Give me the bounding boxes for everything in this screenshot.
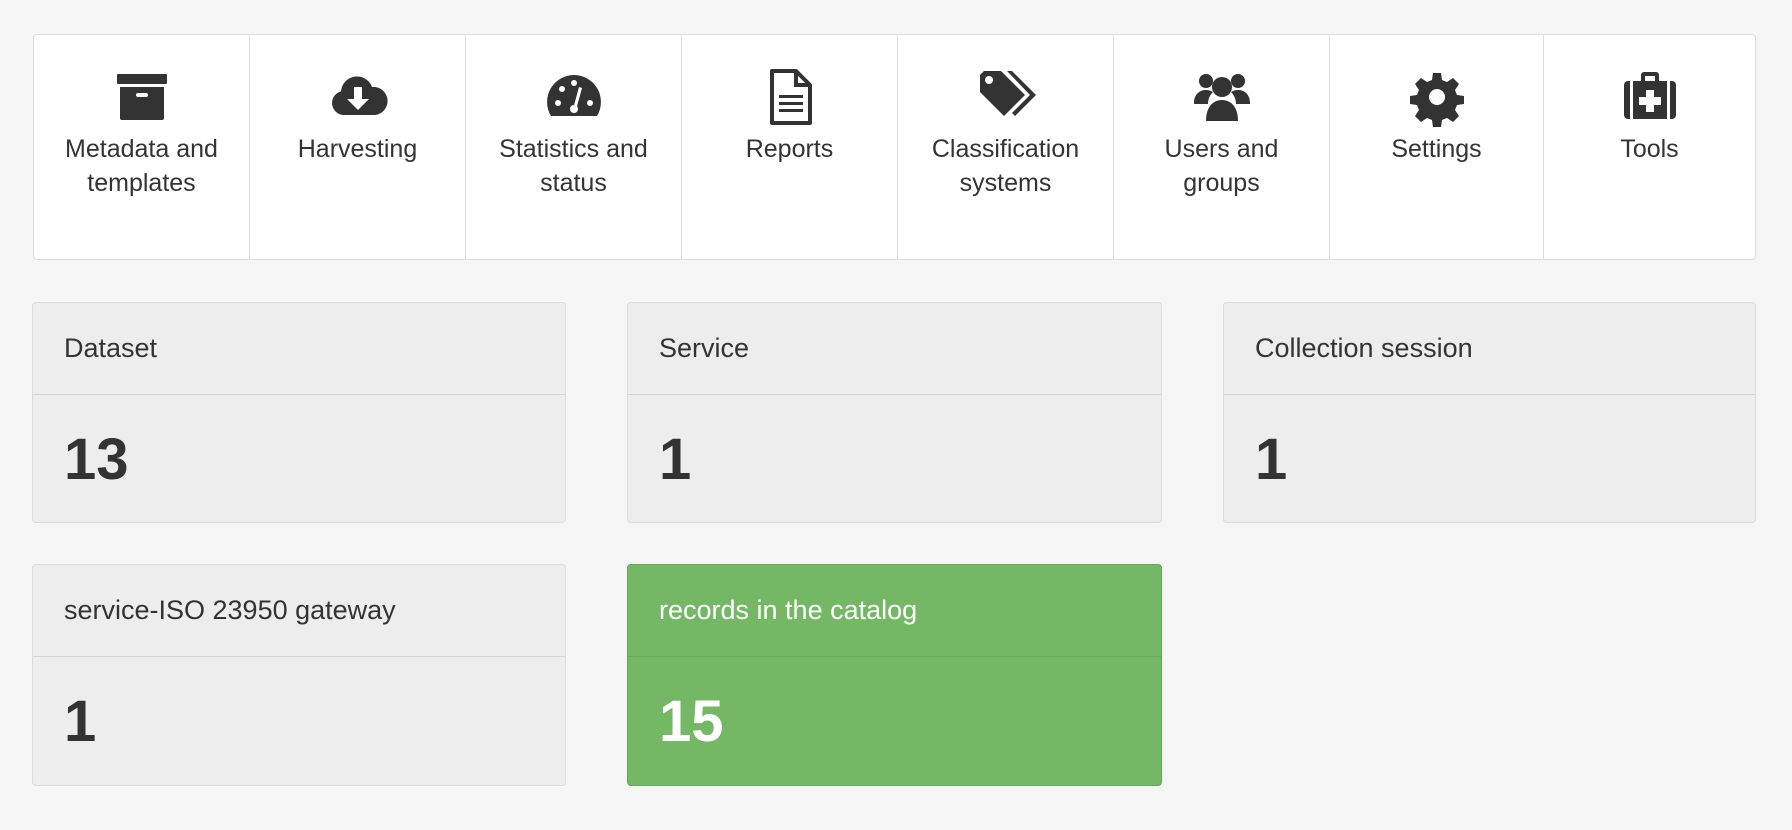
stat-label: service-ISO 23950 gateway [33, 565, 565, 657]
nav-label: Reports [745, 135, 834, 163]
stat-value: 1 [64, 688, 97, 754]
file-text-icon [760, 67, 820, 127]
users-icon [1192, 67, 1252, 127]
nav-item-reports[interactable]: Reports [682, 35, 898, 259]
nav-label: Metadata and templates [65, 135, 218, 197]
stat-panel-service[interactable]: Service 1 [627, 302, 1162, 523]
nav-item-users-groups[interactable]: Users and groups [1114, 35, 1330, 259]
admin-nav-bar: Metadata and templates Harvesting Statis… [33, 34, 1756, 260]
stat-panel-dataset[interactable]: Dataset 13 [32, 302, 566, 523]
nav-label: Tools [1620, 135, 1679, 163]
nav-label: Statistics and status [499, 135, 648, 197]
nav-label: Users and groups [1164, 135, 1279, 197]
nav-item-tools[interactable]: Tools [1544, 35, 1755, 259]
nav-label: Harvesting [297, 135, 418, 163]
dashboard-icon [544, 67, 604, 127]
nav-item-metadata-templates[interactable]: Metadata and templates [34, 35, 250, 259]
stat-value: 13 [64, 426, 129, 492]
stat-panel-collection-session[interactable]: Collection session 1 [1223, 302, 1756, 523]
nav-label: Settings [1391, 135, 1482, 163]
cloud-download-icon [328, 67, 388, 127]
nav-label: Classification systems [931, 135, 1080, 197]
stat-panel-records-total[interactable]: records in the catalog 15 [627, 564, 1162, 786]
stat-panel-iso23950-gateway[interactable]: service-ISO 23950 gateway 1 [32, 564, 566, 786]
nav-item-statistics-status[interactable]: Statistics and status [466, 35, 682, 259]
stat-label: Dataset [33, 303, 565, 395]
tags-icon [976, 67, 1036, 127]
stat-label: records in the catalog [628, 565, 1161, 657]
gear-icon [1407, 67, 1467, 127]
medkit-icon [1620, 67, 1680, 127]
stat-value: 1 [659, 426, 692, 492]
nav-item-harvesting[interactable]: Harvesting [250, 35, 466, 259]
stat-label: Collection session [1224, 303, 1755, 395]
nav-item-classification-systems[interactable]: Classification systems [898, 35, 1114, 259]
stat-value: 1 [1255, 426, 1288, 492]
archive-icon [112, 67, 172, 127]
stat-value: 15 [659, 688, 724, 754]
nav-item-settings[interactable]: Settings [1330, 35, 1544, 259]
stat-label: Service [628, 303, 1161, 395]
